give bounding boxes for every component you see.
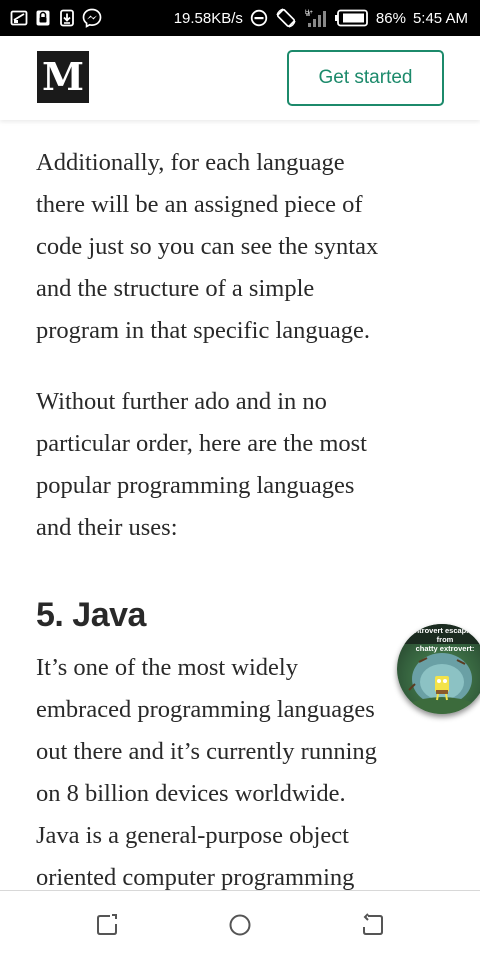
cast-icon	[10, 9, 28, 27]
back-icon	[363, 913, 383, 935]
paragraph-intro: Additionally, for each language there wi…	[36, 142, 456, 352]
paragraph-line: particular order, here are the most	[36, 430, 367, 457]
paragraph-line: program in that specific language.	[36, 317, 371, 344]
medium-logo[interactable]: M	[37, 51, 89, 103]
paragraph-line: out there and it’s currently running	[36, 738, 377, 765]
messenger-icon	[82, 8, 102, 28]
back-button[interactable]	[359, 911, 387, 939]
status-bar-notifications	[10, 8, 102, 28]
auto-rotate-icon	[275, 7, 297, 29]
signal-icon: H+	[304, 7, 328, 29]
paragraph-line: It’s one of the most widely	[36, 654, 298, 681]
section-heading: 5. Java	[36, 596, 146, 634]
status-bar-system: 19.58KB/s H+	[174, 0, 468, 36]
get-started-button[interactable]: Get started	[287, 50, 444, 106]
paragraph-line: code just so you can see the syntax	[36, 233, 379, 260]
sticker-caption: Introvert escaping from chatty extrovert…	[412, 626, 478, 653]
paragraph-transition: Without further ado and in no particular…	[36, 381, 456, 549]
paragraph-line: and their uses:	[36, 514, 178, 541]
battery-icon	[334, 9, 369, 27]
download-icon	[58, 9, 76, 27]
paragraph-line: Without further ado and in no	[36, 388, 327, 415]
clock: 5:45 AM	[412, 9, 468, 27]
site-header: M Get started	[0, 36, 480, 120]
paragraph-line: embraced programming languages	[36, 696, 375, 723]
system-navigation-bar	[0, 890, 480, 960]
recent-apps-button[interactable]	[93, 911, 121, 939]
paragraph-line: popular programming languages	[36, 472, 355, 499]
battery-percent: 86%	[375, 9, 406, 27]
recent-apps-icon	[97, 914, 117, 935]
paragraph-line: Additionally, for each language	[36, 149, 345, 176]
network-speed: 19.58KB/s	[173, 9, 243, 27]
floating-chat-head[interactable]: Introvert escaping from chatty extrovert…	[397, 624, 480, 714]
status-bar: 19.58KB/s H+	[0, 0, 480, 36]
home-icon	[229, 914, 251, 936]
paragraph-line: there will be an assigned piece of	[36, 191, 363, 218]
paragraph-line: oriented computer programming	[36, 864, 355, 890]
home-button[interactable]	[226, 911, 254, 939]
paragraph-line: Java is a general-purpose object	[36, 822, 349, 849]
paragraph-line: and the structure of a simple	[36, 275, 315, 302]
paragraph-line: on 8 billion devices worldwide.	[36, 780, 346, 807]
article-body: Additionally, for each language there wi…	[0, 120, 480, 890]
do-not-disturb-icon	[250, 9, 268, 27]
lock-icon	[34, 9, 52, 27]
paragraph-java: It’s one of the most widely embraced pro…	[36, 647, 456, 890]
